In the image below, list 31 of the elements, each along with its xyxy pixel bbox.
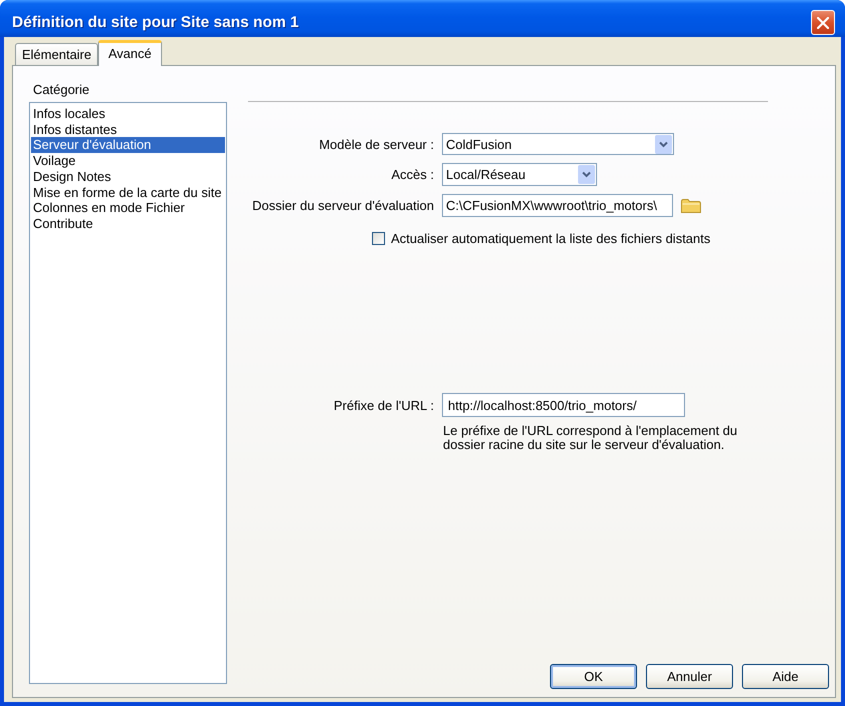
url-prefix-field[interactable]: http://localhost:8500/trio_motors/ — [442, 393, 685, 417]
ok-button[interactable]: OK — [550, 664, 637, 689]
category-item[interactable]: Infos distantes — [31, 122, 225, 138]
window-title: Définition du site pour Site sans nom 1 — [12, 14, 299, 32]
folder-path-field[interactable]: C:\CFusionMX\wwwroot\trio_motors\ — [442, 194, 673, 217]
tab[interactable]: Elémentaire — [15, 43, 98, 65]
server-model-label: Modèle de serveur : — [318, 136, 434, 152]
category-item[interactable]: Contribute — [31, 216, 225, 232]
help-button[interactable]: Aide — [742, 664, 829, 689]
category-item[interactable]: Colonnes en mode Fichier — [31, 200, 225, 216]
chevron-down-icon — [655, 134, 672, 154]
chevron-down-icon — [578, 165, 595, 184]
test-folder-label: Dossier du serveur d'évaluation — [251, 198, 434, 213]
category-item[interactable]: Voilage — [31, 153, 225, 169]
close-button[interactable] — [811, 10, 835, 35]
access-label: Accès : — [390, 167, 434, 182]
folder-icon[interactable] — [681, 198, 701, 212]
close-icon — [817, 16, 829, 28]
server-model-dropdown[interactable]: ColdFusion — [442, 133, 674, 155]
tab[interactable]: Avancé — [98, 40, 162, 66]
category-item[interactable]: Mise en forme de la carte du site — [31, 184, 225, 200]
checkbox[interactable] — [372, 232, 385, 245]
cancel-button[interactable]: Annuler — [646, 664, 733, 689]
help-text: Le préfixe de l'URL correspond à l'emplacement du dossier racine du site sur le serveur d'évaluation. — [443, 424, 738, 452]
category-label: Catégorie — [32, 82, 90, 98]
url-prefix-label: Préfixe de l'URL : — [332, 398, 434, 412]
category-item[interactable]: Serveur d'évaluation — [31, 137, 225, 154]
access-dropdown[interactable]: Local/Réseau — [442, 163, 597, 186]
category-item[interactable]: Design Notes — [31, 168, 225, 185]
category-item[interactable]: Infos locales — [31, 106, 225, 122]
checkbox-label[interactable]: Actualiser automatiquement la liste des fichiers distants — [391, 231, 710, 246]
